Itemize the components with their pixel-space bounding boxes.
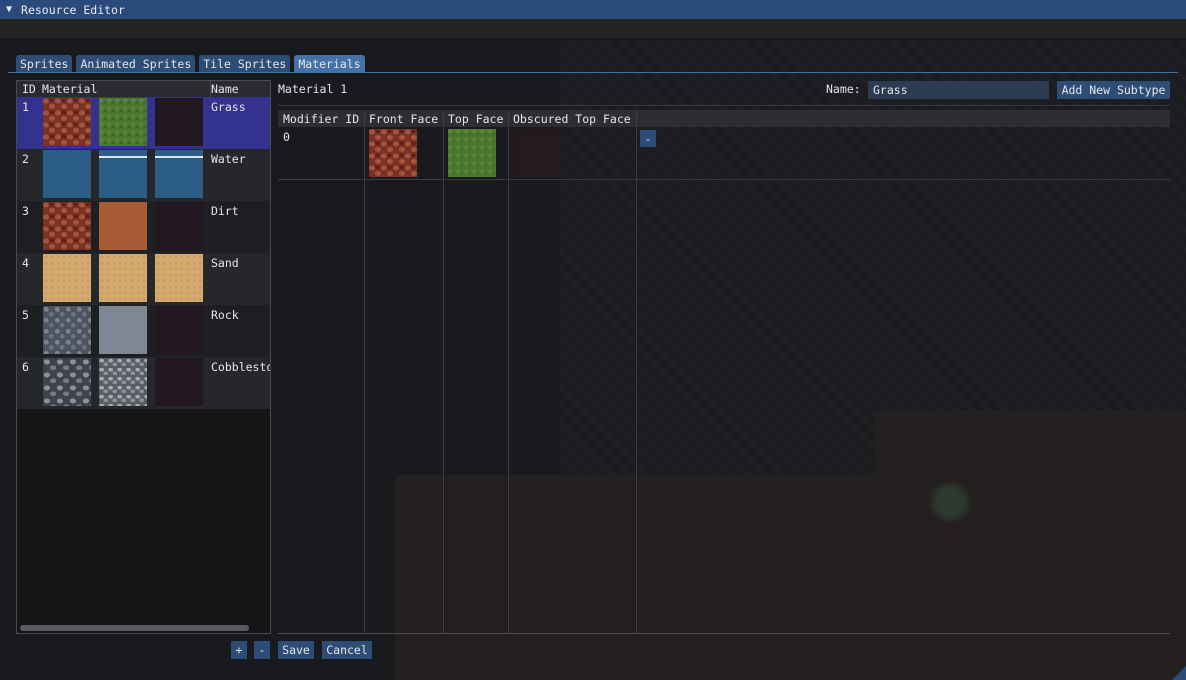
remove-material-button[interactable]: - xyxy=(254,641,270,659)
column-divider xyxy=(508,110,509,634)
tab-materials[interactable]: Materials xyxy=(294,55,365,72)
texture-thumbnail xyxy=(155,150,203,198)
divider xyxy=(278,105,1170,106)
column-header-material: Material xyxy=(42,82,98,96)
tab-sprites[interactable]: Sprites xyxy=(16,55,73,72)
material-row[interactable]: 1 Grass xyxy=(17,97,270,149)
name-label: Name: xyxy=(826,82,861,96)
texture-thumbnail xyxy=(99,358,147,406)
save-button[interactable]: Save xyxy=(278,641,314,659)
modifier-id-cell: 0 xyxy=(283,130,290,144)
subtype-table-header: Modifier ID Front Face Top Face Obscured… xyxy=(278,110,1170,127)
texture-thumbnail xyxy=(43,358,91,406)
texture-thumbnail xyxy=(43,150,91,198)
texture-thumbnail xyxy=(99,202,147,250)
top-face-texture[interactable] xyxy=(448,129,496,177)
front-face-texture[interactable] xyxy=(369,129,417,177)
row-divider xyxy=(278,179,1170,180)
material-row[interactable]: 2 Water xyxy=(17,149,270,201)
cancel-button[interactable]: Cancel xyxy=(322,641,372,659)
tab-underline xyxy=(8,72,1178,73)
column-header-modifier-id: Modifier ID xyxy=(283,112,360,126)
texture-thumbnail xyxy=(155,98,203,146)
horizontal-scrollbar[interactable] xyxy=(20,625,249,631)
add-material-button[interactable]: + xyxy=(231,641,247,659)
material-name: Cobblestone xyxy=(211,360,270,374)
material-name: Dirt xyxy=(211,204,239,218)
material-row[interactable]: 3 Dirt xyxy=(17,201,270,253)
material-name: Water xyxy=(211,152,246,166)
resize-grip-icon[interactable] xyxy=(1172,666,1186,680)
column-header-id: ID xyxy=(22,82,36,96)
material-id: 5 xyxy=(22,308,29,322)
column-divider xyxy=(443,110,444,634)
column-header-name: Name xyxy=(211,82,239,96)
material-name: Grass xyxy=(211,100,246,114)
material-id: 4 xyxy=(22,256,29,270)
column-header-obscured-top-face: Obscured Top Face xyxy=(513,112,631,126)
texture-thumbnail xyxy=(155,254,203,302)
subtype-table: Modifier ID Front Face Top Face Obscured… xyxy=(278,110,1170,634)
column-header-top-face: Top Face xyxy=(448,112,504,126)
material-id: 3 xyxy=(22,204,29,218)
material-id: 1 xyxy=(22,100,29,114)
remove-subtype-button[interactable]: - xyxy=(640,130,656,147)
material-row[interactable]: 6 Cobblestone xyxy=(17,357,270,409)
column-header-front-face: Front Face xyxy=(369,112,439,126)
texture-thumbnail xyxy=(43,202,91,250)
menu-bar xyxy=(0,19,1186,38)
column-divider xyxy=(364,110,365,634)
texture-thumbnail xyxy=(155,306,203,354)
material-list[interactable]: ID Material Name 1 Grass 2 Water 3 Dirt … xyxy=(16,80,271,634)
window-titlebar[interactable]: ▼ Resource Editor xyxy=(0,0,1186,19)
material-name: Sand xyxy=(211,256,239,270)
material-name: Rock xyxy=(211,308,239,322)
texture-thumbnail xyxy=(155,202,203,250)
material-id: 6 xyxy=(22,360,29,374)
material-id: 2 xyxy=(22,152,29,166)
column-divider xyxy=(636,110,637,634)
material-title: Material 1 xyxy=(278,82,348,96)
texture-thumbnail xyxy=(99,306,147,354)
texture-thumbnail xyxy=(99,254,147,302)
material-name-input[interactable] xyxy=(868,81,1049,99)
obscured-top-face-texture[interactable] xyxy=(513,129,561,177)
collapse-triangle-icon[interactable]: ▼ xyxy=(6,4,12,15)
material-row[interactable]: 5 Rock xyxy=(17,305,270,357)
add-subtype-button[interactable]: Add New Subtype xyxy=(1057,81,1170,99)
texture-thumbnail xyxy=(99,150,147,198)
texture-thumbnail xyxy=(43,306,91,354)
texture-thumbnail xyxy=(43,98,91,146)
window-title: Resource Editor xyxy=(21,2,125,17)
texture-thumbnail xyxy=(155,358,203,406)
tab-tile-sprites[interactable]: Tile Sprites xyxy=(199,55,291,72)
tab-animated-sprites[interactable]: Animated Sprites xyxy=(76,55,196,72)
table-bottom-border xyxy=(278,633,1170,634)
texture-thumbnail xyxy=(99,98,147,146)
tab-bar: Sprites Animated Sprites Tile Sprites Ma… xyxy=(16,55,365,72)
material-row[interactable]: 4 Sand xyxy=(17,253,270,305)
texture-thumbnail xyxy=(43,254,91,302)
material-list-header: ID Material Name xyxy=(17,81,270,97)
